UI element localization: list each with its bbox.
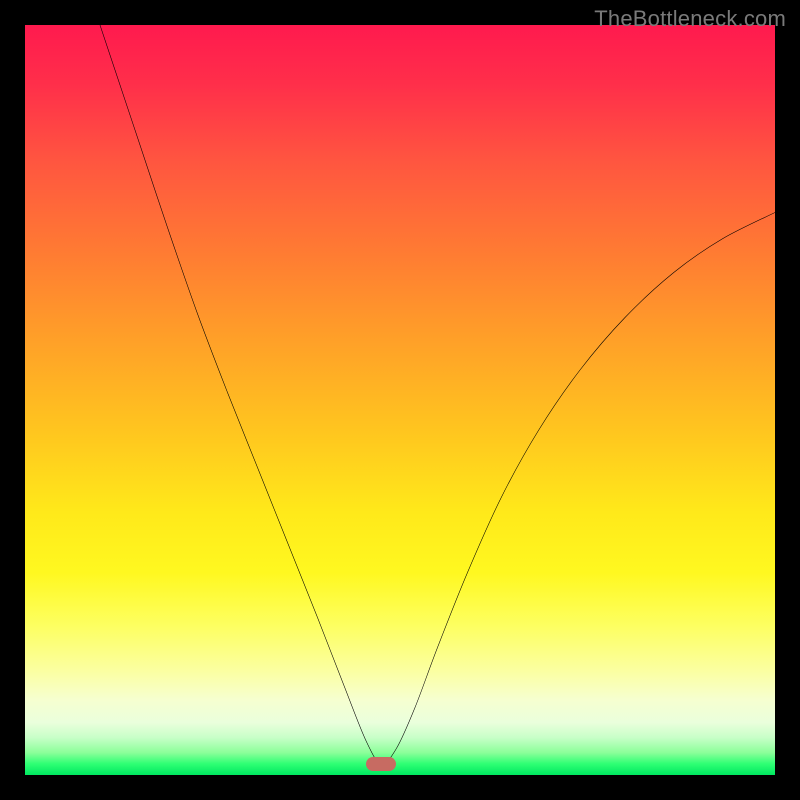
bottleneck-curve <box>25 25 775 775</box>
optimal-marker <box>366 757 396 771</box>
watermark-text: TheBottleneck.com <box>594 6 786 32</box>
chart-frame: TheBottleneck.com <box>0 0 800 800</box>
plot-area <box>25 25 775 775</box>
curve-path <box>100 25 775 764</box>
